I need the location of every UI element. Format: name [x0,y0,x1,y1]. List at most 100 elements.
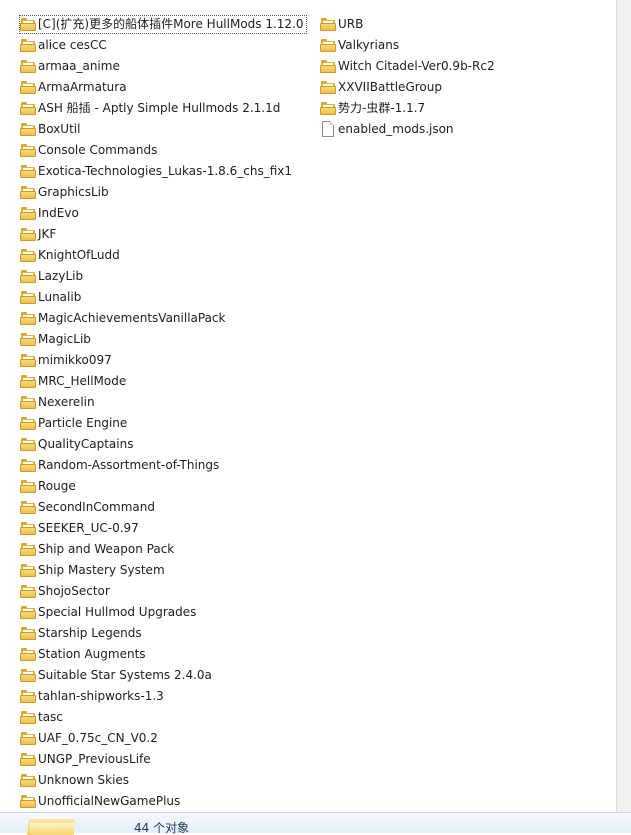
item-name: UnofficialNewGamePlus [38,794,181,808]
item-name: Starship Legends [38,626,142,640]
item-name: SecondInCommand [38,500,155,514]
folder-item[interactable]: MagicAchievementsVanillaPack [18,308,308,329]
item-name: Rouge [38,479,76,493]
item-name: Random-Assortment-of-Things [38,458,220,472]
folder-icon [20,627,36,640]
folder-icon [20,396,36,409]
folder-icon [20,585,36,598]
folder-item[interactable]: LazyLib [18,266,308,287]
folder-item[interactable]: MRC_HellMode [18,371,308,392]
item-name: Valkyrians [338,38,400,52]
folder-item[interactable]: Exotica-Technologies_Lukas-1.8.6_chs_fix… [18,161,308,182]
folder-icon [320,81,336,94]
folder-icon [20,144,36,157]
folder-item[interactable]: IndEvo [18,203,308,224]
folder-item[interactable]: tahlan-shipworks-1.3 [18,686,308,707]
folder-icon [20,648,36,661]
folder-icon [20,249,36,262]
folder-icon [20,669,36,682]
folder-item[interactable]: ASH 船插 - Aptly Simple Hullmods 2.1.1d [18,98,308,119]
folder-icon [20,18,36,31]
item-name: enabled_mods.json [338,122,454,136]
item-name: XXVIIBattleGroup [338,80,442,94]
folder-icon [20,186,36,199]
folder-icon [20,774,36,787]
item-name: mimikko097 [38,353,112,367]
folder-icon [20,228,36,241]
folder-item[interactable]: QualityCaptains [18,434,308,455]
item-name: Special Hullmod Upgrades [38,605,197,619]
folder-item[interactable]: UNGP_PreviousLife [18,749,308,770]
folder-icon [20,81,36,94]
folder-icon [20,354,36,367]
folder-item[interactable]: Witch Citadel-Ver0.9b-Rc2 [318,56,499,77]
folder-item[interactable]: mimikko097 [18,350,308,371]
folder-item[interactable]: 势力-虫群-1.1.7 [318,98,499,119]
folder-item[interactable]: Special Hullmod Upgrades [18,602,308,623]
folder-icon [20,39,36,52]
folder-icon [20,795,36,808]
folder-item[interactable]: UnofficialNewGamePlus [18,791,308,812]
item-name: ArmaArmatura [38,80,127,94]
folder-item[interactable]: Rouge [18,476,308,497]
folder-item[interactable]: Lunalib [18,287,308,308]
folder-item[interactable]: KnightOfLudd [18,245,308,266]
folder-item[interactable]: Console Commands [18,140,308,161]
folder-item[interactable]: UAF_0.75c_CN_V0.2 [18,728,308,749]
folder-icon [20,270,36,283]
item-name: Nexerelin [38,395,95,409]
folder-item[interactable]: MagicLib [18,329,308,350]
item-name: tahlan-shipworks-1.3 [38,689,164,703]
folder-item[interactable]: Starship Legends [18,623,308,644]
folder-item[interactable]: Suitable Star Systems 2.4.0a [18,665,308,686]
folder-item[interactable]: Particle Engine [18,413,308,434]
folder-icon [20,753,36,766]
folder-icon [20,438,36,451]
folder-item[interactable]: Nexerelin [18,392,308,413]
folder-item[interactable]: Random-Assortment-of-Things [18,455,308,476]
folder-icon [320,18,336,31]
folder-icon [20,606,36,619]
item-name: BoxUtil [38,122,81,136]
item-name: IndEvo [38,206,79,220]
item-name: JKF [38,227,57,241]
folder-item[interactable]: [C](扩充)更多的船体插件More HullMods 1.12.0 [18,14,308,35]
folder-item[interactable]: URB [318,14,499,35]
item-name: ShojoSector [38,584,110,598]
item-name: armaa_anime [38,59,120,73]
item-name: alice cesCC [38,38,107,52]
item-name: UNGP_PreviousLife [38,752,151,766]
item-name: Witch Citadel-Ver0.9b-Rc2 [338,59,495,73]
folder-icon [20,375,36,388]
file-icon [322,121,334,137]
item-name: GraphicsLib [38,185,109,199]
folder-item[interactable]: SecondInCommand [18,497,308,518]
folder-icon [20,123,36,136]
folder-item[interactable]: SEEKER_UC-0.97 [18,518,308,539]
folder-item[interactable]: Valkyrians [318,35,499,56]
item-name: QualityCaptains [38,437,134,451]
right-scrollbar-strip[interactable] [616,0,631,812]
item-name: Ship Mastery System [38,563,165,577]
folder-item[interactable]: XXVIIBattleGroup [318,77,499,98]
folder-item[interactable]: ArmaArmatura [18,77,308,98]
folder-item[interactable]: Unknown Skies [18,770,308,791]
folder-item[interactable]: tasc [18,707,308,728]
folder-item[interactable]: BoxUtil [18,119,308,140]
folder-item[interactable]: JKF [18,224,308,245]
folder-icon [20,291,36,304]
folder-item[interactable]: GraphicsLib [18,182,308,203]
item-name: Station Augments [38,647,146,661]
folder-item[interactable]: ShojoSector [18,581,308,602]
folder-icon [320,102,336,115]
file-item[interactable]: enabled_mods.json [318,119,499,140]
file-list-view[interactable]: [C](扩充)更多的船体插件More HullMods 1.12.0 alice … [0,0,616,812]
folder-item[interactable]: armaa_anime [18,56,308,77]
folder-item[interactable]: Ship Mastery System [18,560,308,581]
folder-item[interactable]: Ship and Weapon Pack [18,539,308,560]
item-name: Exotica-Technologies_Lukas-1.8.6_chs_fix… [38,164,292,178]
folder-item[interactable]: Station Augments [18,644,308,665]
item-name: Suitable Star Systems 2.4.0a [38,668,212,682]
folder-icon [20,207,36,220]
folder-item[interactable]: alice cesCC [18,35,308,56]
